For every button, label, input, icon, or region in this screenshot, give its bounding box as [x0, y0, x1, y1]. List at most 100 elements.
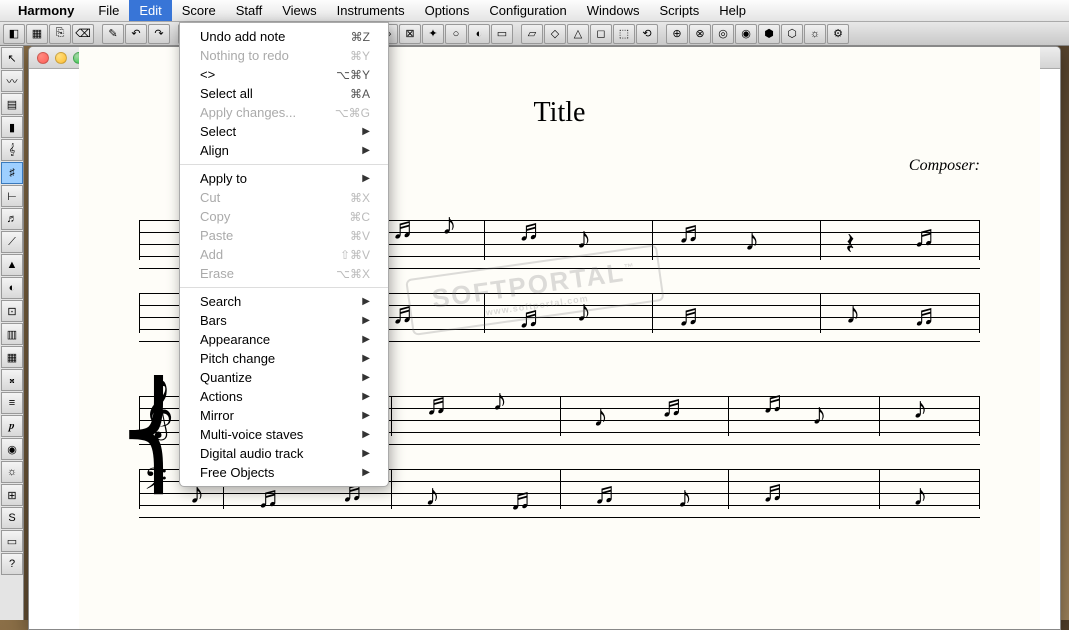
shortcut-label: ⌥⌘Y [336, 68, 370, 82]
toolbar-button-31[interactable]: ⬢ [758, 24, 780, 44]
toolbar-button-21[interactable]: ▱ [521, 24, 543, 44]
palette-tool-10[interactable]: ◐ [1, 277, 23, 299]
toolbar-button-19[interactable]: ◐ [468, 24, 490, 44]
palette-tool-15[interactable]: ≡ [1, 392, 23, 414]
menu-help[interactable]: Help [709, 0, 756, 21]
toolbar-button-0[interactable]: ◧ [3, 24, 25, 44]
app-name[interactable]: Harmony [18, 3, 74, 18]
palette-tool-6[interactable]: ⊢ [1, 185, 23, 207]
minimize-button[interactable] [55, 52, 67, 64]
tool-palette: ↖〰▤▮𝄞♯⊢♬⟋▲◐⊡▥▦𝄪≡𝆏◉☼⊞S▭? [0, 46, 24, 620]
submenu-arrow-icon: ▶ [362, 467, 370, 478]
toolbar-button-29[interactable]: ◎ [712, 24, 734, 44]
toolbar-button-24[interactable]: ◻ [590, 24, 612, 44]
toolbar-button-16[interactable]: ⊠ [399, 24, 421, 44]
menu-options[interactable]: Options [415, 0, 480, 21]
menuitem-apply-to[interactable]: Apply to▶ [180, 169, 388, 188]
menuitem-align[interactable]: Align▶ [180, 141, 388, 160]
toolbar-button-4[interactable]: ✎ [102, 24, 124, 44]
toolbar-button-1[interactable]: ▦ [26, 24, 48, 44]
submenu-arrow-icon: ▶ [362, 334, 370, 345]
menuitem-select-all[interactable]: Select all⌘A [180, 84, 388, 103]
shortcut-label: ⌘Y [350, 49, 370, 63]
toolbar-button-32[interactable]: ⬡ [781, 24, 803, 44]
toolbar-button-26[interactable]: ⟲ [636, 24, 658, 44]
toolbar-button-20[interactable]: ▭ [491, 24, 513, 44]
toolbar-button-25[interactable]: ⬚ [613, 24, 635, 44]
close-button[interactable] [37, 52, 49, 64]
menu-score[interactable]: Score [172, 0, 226, 21]
palette-tool-9[interactable]: ▲ [1, 254, 23, 276]
menuitem-pitch-change[interactable]: Pitch change▶ [180, 349, 388, 368]
menuitem-apply-changes-: Apply changes...⌥⌘G [180, 103, 388, 122]
toolbar-button-2[interactable]: ⎘ [49, 24, 71, 44]
menuitem-select[interactable]: Select▶ [180, 122, 388, 141]
palette-tool-13[interactable]: ▦ [1, 346, 23, 368]
palette-tool-20[interactable]: S [1, 507, 23, 529]
toolbar-button-30[interactable]: ◉ [735, 24, 757, 44]
menu-windows[interactable]: Windows [577, 0, 650, 21]
toolbar-button-33[interactable]: ☼ [804, 24, 826, 44]
menuitem-mirror[interactable]: Mirror▶ [180, 406, 388, 425]
menuitem-bars[interactable]: Bars▶ [180, 311, 388, 330]
palette-tool-17[interactable]: ◉ [1, 438, 23, 460]
menuitem--[interactable]: <>⌥⌘Y [180, 65, 388, 84]
palette-tool-4[interactable]: 𝄞 [1, 139, 23, 161]
palette-tool-14[interactable]: 𝄪 [1, 369, 23, 391]
menu-edit[interactable]: Edit [129, 0, 171, 21]
toolbar-button-34[interactable]: ⚙ [827, 24, 849, 44]
palette-tool-2[interactable]: ▤ [1, 93, 23, 115]
system-menubar: Harmony FileEditScoreStaffViewsInstrumen… [0, 0, 1069, 22]
menu-scripts[interactable]: Scripts [649, 0, 709, 21]
shortcut-label: ⌘X [350, 191, 370, 205]
menu-views[interactable]: Views [272, 0, 326, 21]
menuitem-appearance[interactable]: Appearance▶ [180, 330, 388, 349]
toolbar-button-5[interactable]: ↶ [125, 24, 147, 44]
toolbar-button-23[interactable]: △ [567, 24, 589, 44]
menuitem-free-objects[interactable]: Free Objects▶ [180, 463, 388, 482]
menuitem-search[interactable]: Search▶ [180, 292, 388, 311]
menuitem-undo-add-note[interactable]: Undo add note⌘Z [180, 27, 388, 46]
submenu-arrow-icon: ▶ [362, 315, 370, 326]
menuitem-digital-audio-track[interactable]: Digital audio track▶ [180, 444, 388, 463]
shortcut-label: ⌘A [350, 87, 370, 101]
toolbar-button-28[interactable]: ⊗ [689, 24, 711, 44]
submenu-arrow-icon: ▶ [362, 391, 370, 402]
toolbar-button-17[interactable]: ✦ [422, 24, 444, 44]
menuitem-copy: Copy⌘C [180, 207, 388, 226]
toolbar-button-22[interactable]: ◇ [544, 24, 566, 44]
palette-tool-16[interactable]: 𝆏 [1, 415, 23, 437]
menuitem-quantize[interactable]: Quantize▶ [180, 368, 388, 387]
menuitem-nothing-to-redo: Nothing to redo⌘Y [180, 46, 388, 65]
menu-configuration[interactable]: Configuration [479, 0, 576, 21]
menuitem-actions[interactable]: Actions▶ [180, 387, 388, 406]
palette-tool-12[interactable]: ▥ [1, 323, 23, 345]
palette-tool-8[interactable]: ⟋ [1, 231, 23, 253]
toolbar-button-3[interactable]: ⌫ [72, 24, 94, 44]
palette-tool-1[interactable]: 〰 [1, 70, 23, 92]
menuitem-multi-voice-staves[interactable]: Multi-voice staves▶ [180, 425, 388, 444]
toolbar-button-6[interactable]: ↷ [148, 24, 170, 44]
palette-tool-21[interactable]: ▭ [1, 530, 23, 552]
submenu-arrow-icon: ▶ [362, 429, 370, 440]
palette-tool-18[interactable]: ☼ [1, 461, 23, 483]
menu-separator [180, 164, 388, 165]
submenu-arrow-icon: ▶ [362, 145, 370, 156]
palette-tool-22[interactable]: ? [1, 553, 23, 575]
palette-tool-5[interactable]: ♯ [1, 162, 23, 184]
menuitem-add: Add⇧⌘V [180, 245, 388, 264]
main-toolbar: ◧▦⎘⌫✎↶↷⎙⎌♪♫≡⊞▤⊡◈⊠✦○◐▭▱◇△◻⬚⟲⊕⊗◎◉⬢⬡☼⚙ [0, 22, 1069, 46]
palette-tool-7[interactable]: ♬ [1, 208, 23, 230]
submenu-arrow-icon: ▶ [362, 410, 370, 421]
menu-file[interactable]: File [88, 0, 129, 21]
submenu-arrow-icon: ▶ [362, 296, 370, 307]
palette-tool-0[interactable]: ↖ [1, 47, 23, 69]
toolbar-button-27[interactable]: ⊕ [666, 24, 688, 44]
menu-staff[interactable]: Staff [226, 0, 273, 21]
window-controls [37, 52, 85, 64]
palette-tool-3[interactable]: ▮ [1, 116, 23, 138]
palette-tool-11[interactable]: ⊡ [1, 300, 23, 322]
palette-tool-19[interactable]: ⊞ [1, 484, 23, 506]
toolbar-button-18[interactable]: ○ [445, 24, 467, 44]
menu-instruments[interactable]: Instruments [327, 0, 415, 21]
